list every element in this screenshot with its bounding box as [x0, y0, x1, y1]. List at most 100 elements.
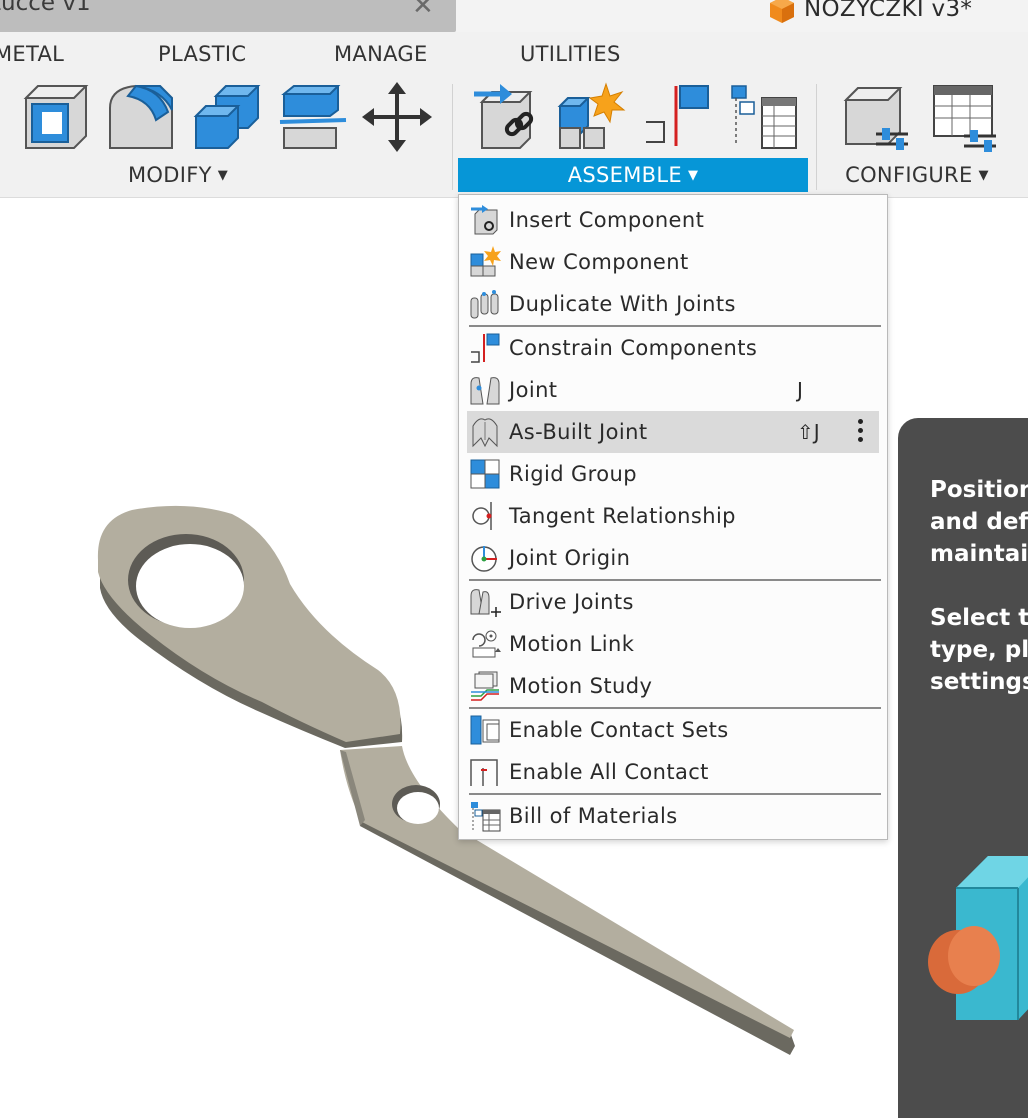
- menu-item-label: Joint Origin: [509, 546, 631, 570]
- configure-tool[interactable]: [842, 82, 912, 152]
- insert-component-icon: [469, 204, 501, 236]
- active-document-tab[interactable]: NOZYCZKI v3*: [768, 0, 972, 24]
- rigid-group-icon: [469, 458, 501, 490]
- configuration-table-tool[interactable]: [930, 82, 1000, 152]
- menu-item-joint[interactable]: Joint J: [467, 369, 879, 411]
- menu-item-label: Enable All Contact: [509, 760, 709, 784]
- menu-item-insert-component[interactable]: Insert Component: [467, 199, 879, 241]
- menu-item-label: Enable Contact Sets: [509, 718, 729, 742]
- tab-utilities[interactable]: UTILITIES: [520, 42, 621, 66]
- press-pull-icon: [23, 85, 89, 149]
- assemble-group-button[interactable]: ASSEMBLE ▼: [458, 158, 808, 192]
- menu-item-shortcut: J: [797, 378, 803, 402]
- document-tab-bar: tucce v1 ✕ NOZYCZKI v3*: [0, 0, 1028, 32]
- tooltip-text: maintair: [930, 541, 1028, 567]
- modify-group-label: MODIFY: [127, 163, 212, 187]
- constrain-components-icon: [469, 332, 501, 364]
- menu-item-motion-link[interactable]: Motion Link: [467, 623, 879, 665]
- fillet-tool[interactable]: [106, 82, 176, 152]
- close-icon[interactable]: ✕: [412, 0, 434, 21]
- menu-item-label: Insert Component: [509, 208, 705, 232]
- menu-item-label: As-Built Joint: [509, 420, 648, 444]
- move-icon: [362, 82, 432, 152]
- menu-item-tangent-relationship[interactable]: Tangent Relationship: [467, 495, 879, 537]
- menu-item-joint-origin[interactable]: Joint Origin: [467, 537, 879, 579]
- tab-manage[interactable]: MANAGE: [334, 42, 428, 66]
- tab-plastic[interactable]: PLASTIC: [158, 42, 246, 66]
- move-tool[interactable]: [362, 82, 432, 152]
- active-document-label: NOZYCZKI v3*: [804, 0, 973, 22]
- combine-tool[interactable]: [192, 82, 262, 152]
- tooltip-text: and defi: [930, 509, 1028, 535]
- configure-group-button[interactable]: CONFIGURE ▼: [836, 158, 998, 192]
- menu-item-constrain-components[interactable]: Constrain Components: [467, 327, 879, 369]
- tangent-relationship-icon: [469, 500, 501, 532]
- chevron-down-icon: ▼: [217, 168, 229, 183]
- toolbar-ribbon: METAL PLASTIC MANAGE UTILITIES MODIFY ▼ …: [0, 32, 1028, 198]
- menu-item-enable-all-contact[interactable]: Enable All Contact: [467, 751, 879, 793]
- configure-icon: [843, 87, 908, 150]
- motion-study-icon: [469, 670, 501, 702]
- joint-icon: [469, 374, 501, 406]
- insert-component-tool[interactable]: [470, 82, 540, 152]
- menu-item-duplicate-with-joints[interactable]: Duplicate With Joints: [467, 283, 879, 325]
- insert-component-icon: [474, 84, 534, 149]
- drive-joints-icon: [469, 586, 501, 618]
- menu-item-enable-contact-sets[interactable]: Enable Contact Sets: [467, 709, 879, 751]
- new-component-tool[interactable]: [556, 82, 626, 152]
- chevron-down-icon: ▼: [978, 168, 989, 183]
- menu-item-bill-of-materials[interactable]: Bill of Materials: [467, 795, 879, 837]
- new-component-icon: [469, 246, 501, 278]
- menu-item-label: Constrain Components: [509, 336, 758, 360]
- chevron-down-icon: ▼: [687, 168, 699, 183]
- more-options-icon[interactable]: [853, 417, 867, 447]
- fillet-icon: [109, 84, 173, 149]
- menu-item-label: Motion Study: [509, 674, 653, 698]
- document-tab-label: tucce v1: [0, 0, 91, 16]
- group-divider: [452, 84, 453, 190]
- menu-item-label: Rigid Group: [509, 462, 637, 486]
- menu-item-new-component[interactable]: New Component: [467, 241, 879, 283]
- modify-group-button[interactable]: MODIFY ▼: [100, 158, 256, 192]
- duplicate-with-joints-icon: [469, 288, 501, 320]
- assemble-dropdown-menu: Insert Component New Component Duplicate…: [458, 194, 888, 840]
- joint-origin-icon: [469, 542, 501, 574]
- tooltip-text: type, pla: [930, 637, 1028, 663]
- configure-group-label: CONFIGURE: [845, 163, 973, 187]
- command-tooltip: Position and defi maintair Select t type…: [898, 418, 1028, 1118]
- configuration-table-icon: [933, 85, 996, 152]
- as-built-joint-illustration: [928, 856, 1028, 1020]
- new-component-icon: [557, 82, 626, 149]
- bill-of-materials-icon: [731, 85, 797, 149]
- orange-cube-icon: [768, 0, 796, 23]
- as-built-joint-icon: [469, 416, 501, 448]
- bill-of-materials-tool[interactable]: [728, 82, 798, 152]
- combine-icon: [193, 85, 261, 149]
- enable-all-contact-icon: [469, 756, 501, 788]
- tooltip-text: settings: [930, 669, 1028, 695]
- group-divider: [816, 84, 817, 190]
- tab-metal[interactable]: METAL: [0, 42, 64, 66]
- assemble-group-label: ASSEMBLE: [567, 163, 682, 187]
- menu-item-label: Tangent Relationship: [509, 504, 736, 528]
- motion-link-icon: [469, 628, 501, 660]
- menu-item-shortcut: ⇧J: [797, 420, 820, 444]
- menu-item-rigid-group[interactable]: Rigid Group: [467, 453, 879, 495]
- menu-item-label: Joint: [509, 378, 558, 402]
- document-tab[interactable]: tucce v1 ✕: [0, 0, 456, 32]
- constrain-components-tool[interactable]: [642, 82, 712, 152]
- tooltip-text: Position: [930, 477, 1028, 503]
- enable-contact-sets-icon: [469, 714, 501, 746]
- menu-item-label: Motion Link: [509, 632, 635, 656]
- split-body-icon: [279, 85, 347, 149]
- menu-item-motion-study[interactable]: Motion Study: [467, 665, 879, 707]
- split-body-tool[interactable]: [278, 82, 348, 152]
- menu-item-label: Drive Joints: [509, 590, 634, 614]
- menu-item-as-built-joint[interactable]: As-Built Joint ⇧J: [467, 411, 879, 453]
- menu-item-label: Duplicate With Joints: [509, 292, 736, 316]
- bill-of-materials-icon: [469, 800, 501, 832]
- menu-item-drive-joints[interactable]: Drive Joints: [467, 581, 879, 623]
- press-pull-tool[interactable]: [20, 82, 90, 152]
- menu-item-label: Bill of Materials: [509, 804, 678, 828]
- tooltip-text: Select t: [930, 605, 1028, 631]
